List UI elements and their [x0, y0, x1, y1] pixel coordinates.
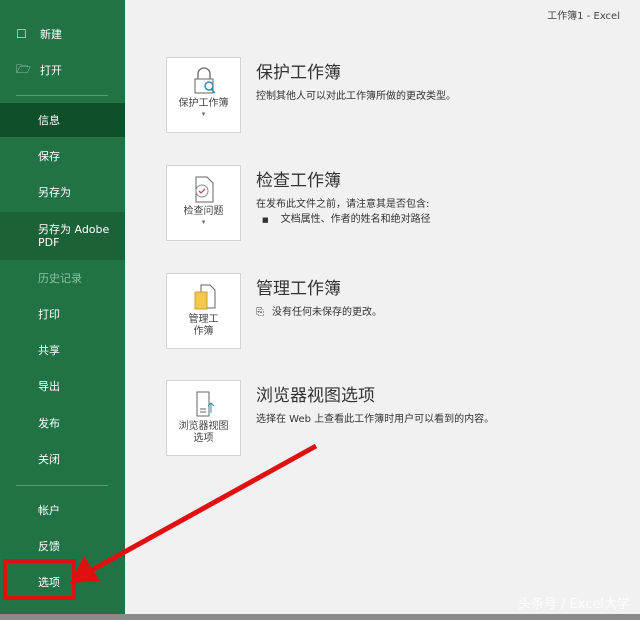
red-arrow-annotation	[70, 443, 318, 583]
